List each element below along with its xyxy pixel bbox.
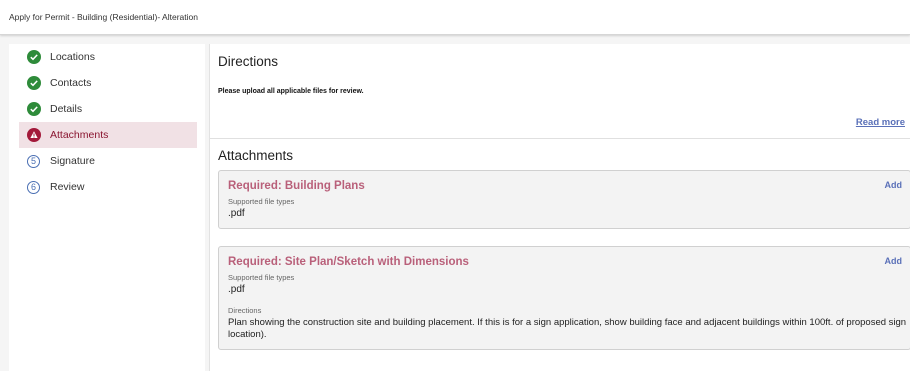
step-label: Locations — [50, 50, 95, 63]
step-label: Details — [50, 102, 83, 115]
step-attachments[interactable]: Attachments — [19, 122, 197, 148]
check-circle-icon — [26, 76, 41, 91]
step-number: 5 — [27, 154, 40, 168]
directions-text: Please upload all applicable files for r… — [218, 88, 364, 95]
step-signature[interactable]: 5 Signature — [19, 148, 197, 174]
directions-label: Directions — [228, 306, 262, 315]
attachment-card-building-plans: Required: Building Plans Add Supported f… — [218, 170, 910, 229]
add-attachment-button[interactable]: Add — [885, 256, 903, 266]
main-panel: Directions Please upload all applicable … — [209, 44, 910, 371]
check-circle-icon — [26, 102, 41, 117]
check-circle-icon — [26, 50, 41, 65]
read-more-link[interactable]: Read more — [856, 117, 905, 128]
step-label: Signature — [50, 154, 95, 167]
supported-types-label: Supported file types — [228, 273, 295, 282]
warning-circle-icon — [26, 128, 41, 143]
title-bar: Apply for Permit - Building (Residential… — [0, 0, 910, 35]
steps-sidebar: Locations Contacts Details Attachments 5… — [9, 44, 205, 371]
supported-types-value: .pdf — [228, 208, 245, 219]
number-6-icon: 6 — [26, 180, 41, 195]
step-number: 6 — [27, 180, 40, 194]
attachment-directions-text: Plan showing the construction site and b… — [228, 317, 907, 340]
directions-heading: Directions — [218, 54, 279, 69]
page-title: Apply for Permit - Building (Residential… — [9, 12, 198, 22]
step-locations[interactable]: Locations — [19, 44, 197, 70]
supported-types-value: .pdf — [228, 284, 245, 295]
number-5-icon: 5 — [26, 154, 41, 169]
step-details[interactable]: Details — [19, 96, 197, 122]
attachment-title: Required: Building Plans — [228, 180, 365, 192]
add-attachment-button[interactable]: Add — [885, 180, 903, 190]
attachment-title: Required: Site Plan/Sketch with Dimensio… — [228, 256, 469, 268]
section-divider — [210, 138, 910, 139]
attachment-card-site-plan: Required: Site Plan/Sketch with Dimensio… — [218, 246, 910, 350]
step-review[interactable]: 6 Review — [19, 174, 197, 200]
step-label: Attachments — [50, 128, 109, 141]
step-contacts[interactable]: Contacts — [19, 70, 197, 96]
supported-types-label: Supported file types — [228, 197, 295, 206]
attachments-heading: Attachments — [218, 148, 294, 163]
step-label: Contacts — [50, 76, 92, 89]
step-label: Review — [50, 180, 85, 193]
